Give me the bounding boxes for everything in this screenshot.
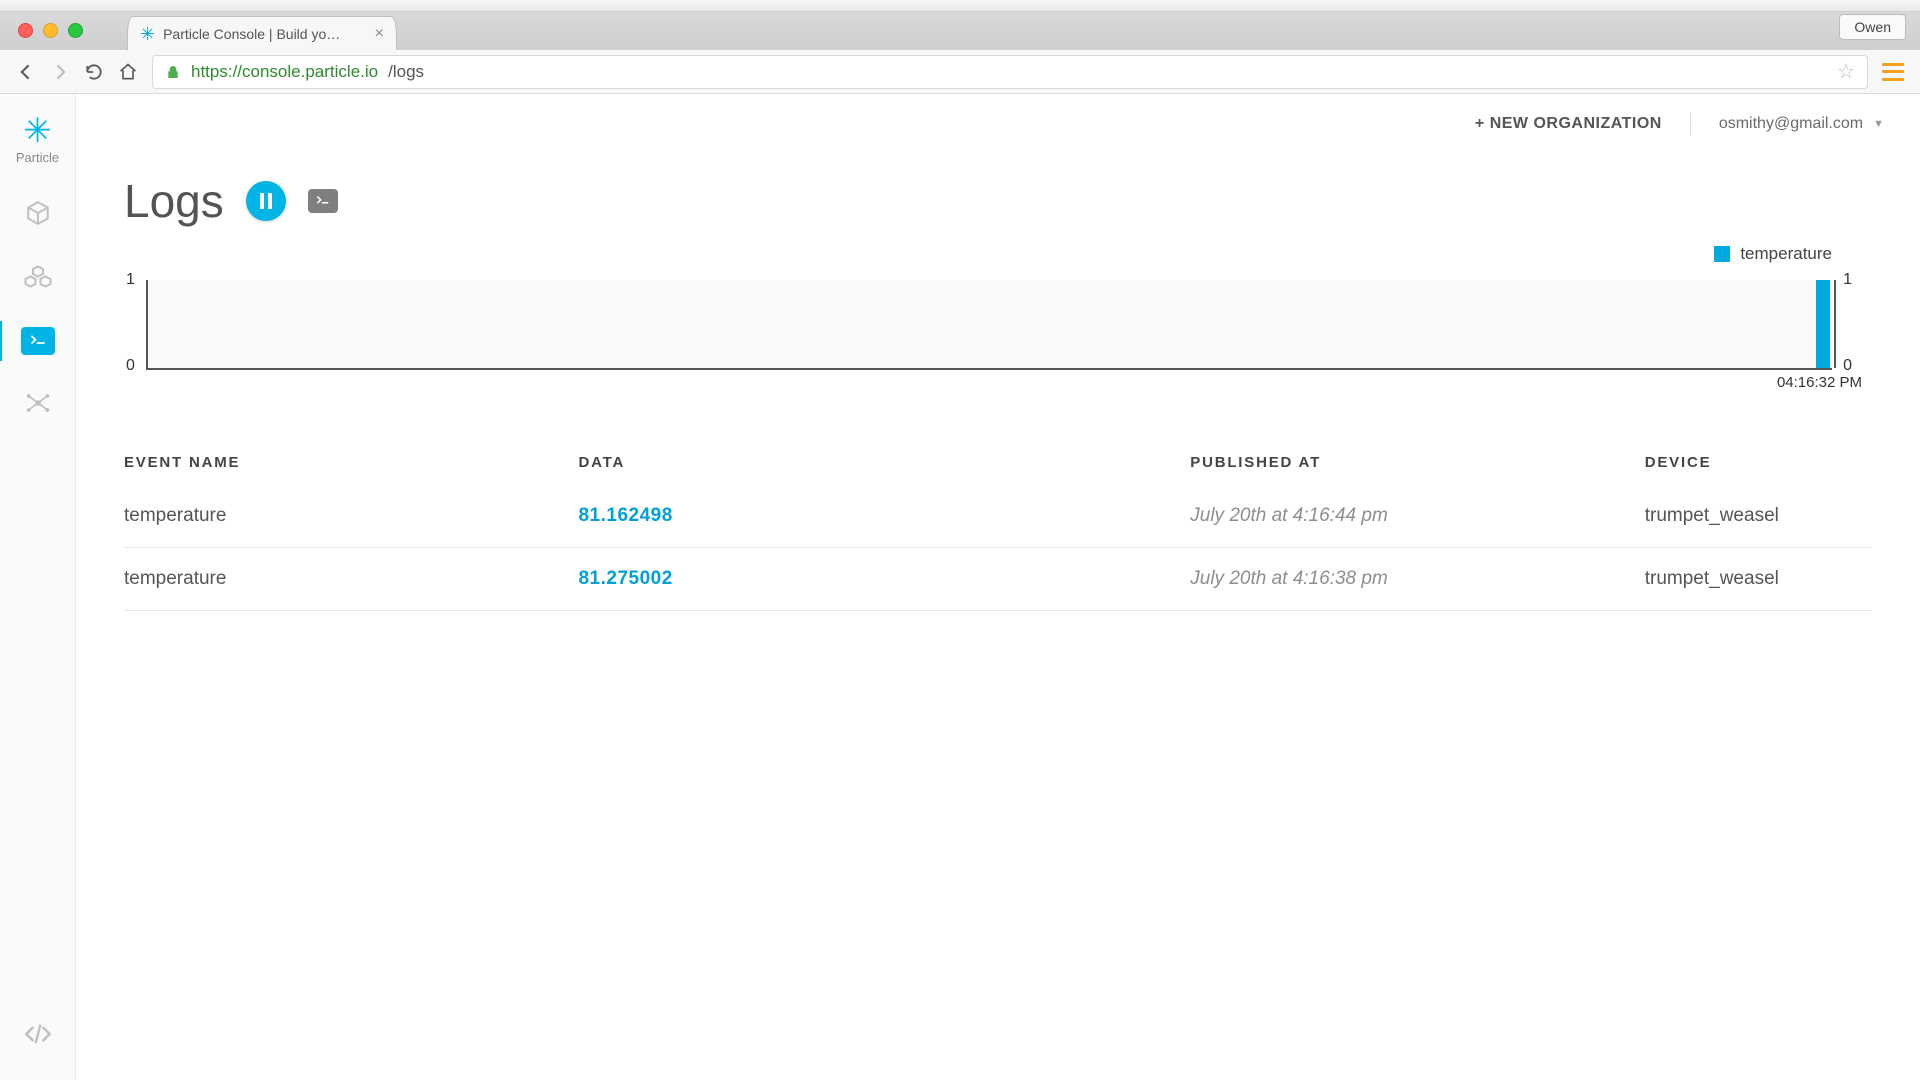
events-chart: temperature 1 0 1 0 04:16:32 PM (124, 280, 1872, 400)
terminal-small-icon (314, 194, 332, 208)
legend-label: temperature (1740, 244, 1832, 264)
cell-data: 81.162498 (578, 505, 1190, 527)
title-row: Logs (124, 174, 1872, 228)
cubes-icon (23, 264, 53, 294)
events-table: EVENT NAME DATA PUBLISHED AT DEVICE temp… (124, 440, 1872, 611)
window-zoom-button[interactable] (68, 23, 83, 38)
account-menu[interactable]: osmithy@gmail.com ▼ (1719, 115, 1884, 133)
browser-forward-button[interactable] (50, 62, 70, 82)
new-organization-button[interactable]: + NEW ORGANIZATION (1475, 115, 1662, 133)
account-email: osmithy@gmail.com (1719, 115, 1863, 133)
particle-logo-icon: ✳ (16, 114, 59, 148)
pause-stream-button[interactable] (246, 181, 286, 221)
cell-data: 81.275002 (578, 568, 1190, 590)
col-published: PUBLISHED AT (1190, 454, 1644, 471)
window-minimize-button[interactable] (43, 23, 58, 38)
browser-toolbar: https://console.particle.io/logs ☆ (0, 50, 1920, 94)
table-row[interactable]: temperature81.275002July 20th at 4:16:38… (124, 548, 1872, 611)
browser-tab[interactable]: ✳ Particle Console | Build yo… × (127, 16, 397, 50)
topbar: + NEW ORGANIZATION osmithy@gmail.com ▼ (76, 94, 1920, 154)
right-y-tick-bottom: 0 (1843, 357, 1852, 375)
browser-profile-button[interactable]: Owen (1839, 14, 1906, 40)
cell-event-name: temperature (124, 505, 578, 527)
y-tick-top: 1 (126, 271, 135, 289)
brand-label: Particle (16, 150, 59, 165)
cell-device: trumpet_weasel (1645, 505, 1872, 527)
pause-icon (259, 193, 273, 209)
bookmark-star-icon[interactable]: ☆ (1837, 59, 1855, 84)
y-tick-bottom: 0 (126, 357, 135, 375)
chevron-down-icon: ▼ (1873, 118, 1884, 130)
window-controls (0, 23, 97, 50)
chart-bar[interactable] (1816, 280, 1830, 368)
col-event-name: EVENT NAME (124, 454, 578, 471)
sidebar: ✳ Particle (0, 94, 76, 1080)
close-tab-icon[interactable]: × (375, 25, 384, 43)
browser-reload-button[interactable] (84, 62, 104, 82)
main-content: Logs temperature 1 0 1 0 04:16:32 PM (76, 154, 1920, 1080)
browser-back-button[interactable] (16, 62, 36, 82)
address-bar[interactable]: https://console.particle.io/logs ☆ (152, 55, 1868, 89)
cell-published-at: July 20th at 4:16:38 pm (1190, 568, 1644, 590)
code-icon (24, 1020, 52, 1048)
sidebar-item-devices[interactable] (8, 195, 68, 231)
window-close-button[interactable] (18, 23, 33, 38)
terminal-icon (28, 333, 48, 349)
chart-plot-area[interactable]: 1 0 1 0 04:16:32 PM (146, 280, 1832, 370)
sidebar-item-logs[interactable] (21, 327, 55, 355)
browser-tabstrip: ✳ Particle Console | Build yo… × Owen (0, 12, 1920, 50)
nodes-icon (24, 389, 52, 417)
terminal-view-button[interactable] (308, 189, 338, 213)
table-header: EVENT NAME DATA PUBLISHED AT DEVICE (124, 440, 1872, 485)
table-row[interactable]: temperature81.162498July 20th at 4:16:44… (124, 485, 1872, 548)
browser-home-button[interactable] (118, 62, 138, 82)
url-host: https://console.particle.io (191, 62, 378, 82)
sidebar-item-products[interactable] (8, 261, 68, 297)
cell-published-at: July 20th at 4:16:44 pm (1190, 505, 1644, 527)
macos-titlebar (0, 0, 1920, 12)
browser-menu-button[interactable] (1882, 63, 1904, 81)
app-viewport: ✳ Particle + NEW ORGANIZATION osmithy@gm… (0, 94, 1920, 1080)
tab-title: Particle Console | Build yo… (163, 26, 367, 42)
sidebar-item-ide[interactable] (8, 1016, 68, 1052)
chart-right-axis (1834, 280, 1836, 368)
cell-event-name: temperature (124, 568, 578, 590)
divider (1690, 113, 1691, 135)
particle-favicon-icon: ✳ (140, 25, 155, 43)
legend-swatch-icon (1714, 246, 1730, 262)
x-tick-label: 04:16:32 PM (1777, 374, 1862, 391)
right-y-tick-top: 1 (1843, 271, 1852, 289)
url-path: /logs (388, 62, 424, 82)
col-data: DATA (578, 454, 1190, 471)
page-title: Logs (124, 174, 224, 228)
sidebar-item-integrations[interactable] (8, 385, 68, 421)
brand-logo[interactable]: ✳ Particle (16, 114, 59, 165)
col-device: DEVICE (1645, 454, 1872, 471)
lock-icon (165, 64, 181, 80)
cube-icon (25, 200, 51, 226)
cell-device: trumpet_weasel (1645, 568, 1872, 590)
chart-legend: temperature (1714, 244, 1832, 264)
